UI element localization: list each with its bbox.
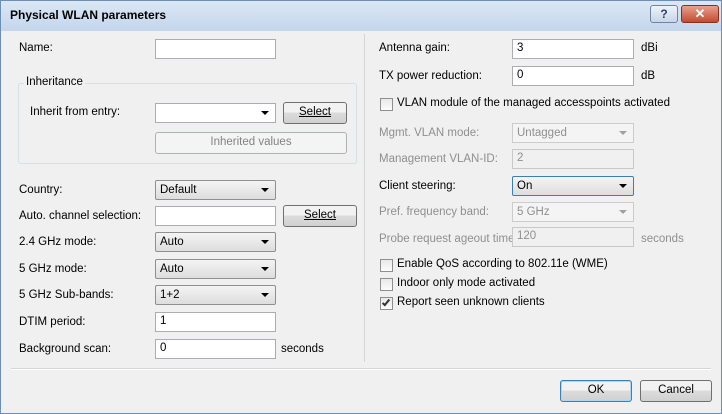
chevron-down-icon	[619, 184, 627, 188]
inherit-from-combo[interactable]	[155, 103, 276, 123]
chevron-down-icon	[619, 210, 627, 214]
checkmark-icon	[381, 297, 391, 307]
close-icon: ✕	[694, 6, 706, 21]
report-label: Report seen unknown clients	[397, 296, 545, 308]
mgmt-vlan-mode-value: Untagged	[517, 127, 567, 139]
inherited-values-label: Inherited values	[210, 136, 292, 148]
cancel-button[interactable]: Cancel	[640, 380, 712, 402]
client-steering-value: On	[517, 180, 533, 192]
country-combo[interactable]: Default	[155, 180, 276, 200]
inherit-select-label: Select	[299, 106, 331, 118]
mgmt-vlan-mode-label: Mgmt. VLAN mode:	[379, 127, 480, 139]
bgscan-label: Background scan:	[19, 343, 112, 355]
chevron-down-icon	[261, 267, 269, 271]
chevron-down-icon	[261, 188, 269, 192]
auto-channel-input[interactable]	[155, 206, 276, 226]
inherit-from-label: Inherit from entry:	[30, 106, 121, 118]
report-checkbox[interactable]	[380, 297, 393, 310]
vlan-module-checkbox[interactable]	[380, 98, 393, 111]
inheritance-group: Inheritance Inherit from entry: Select I…	[18, 76, 357, 164]
vlan-module-label: VLAN module of the managed accesspoints …	[397, 97, 670, 109]
column-separator	[364, 34, 365, 362]
auto-channel-label: Auto. channel selection:	[19, 210, 142, 222]
tx-power-label: TX power reduction:	[379, 70, 482, 82]
subbands-label: 5 GHz Sub-bands:	[19, 289, 114, 301]
chevron-down-icon	[619, 131, 627, 135]
antenna-gain-unit: dBi	[641, 42, 658, 54]
tx-power-input[interactable]: 0	[512, 66, 634, 86]
mode5-label: 5 GHz mode:	[19, 263, 87, 275]
close-button[interactable]: ✕	[681, 5, 719, 23]
mode24-combo[interactable]: Auto	[155, 232, 276, 252]
help-button[interactable]: ?	[650, 5, 678, 23]
inheritance-group-title: Inheritance	[24, 76, 85, 88]
qos-label: Enable QoS according to 802.11e (WME)	[397, 258, 608, 270]
country-label: Country:	[19, 184, 63, 196]
mgmt-vlan-id-input[interactable]: 2	[512, 149, 634, 169]
subbands-value: 1+2	[160, 289, 180, 301]
probe-unit: seconds	[641, 233, 684, 245]
footer-separator-highlight	[11, 369, 711, 370]
auto-channel-select-label: Select	[304, 209, 336, 221]
mode24-value: Auto	[160, 236, 184, 248]
client-steering-combo[interactable]: On	[512, 176, 634, 196]
inherit-select-button[interactable]: Select	[283, 102, 347, 124]
bgscan-input[interactable]: 0	[155, 339, 276, 359]
mgmt-vlan-id-label: Management VLAN-ID:	[379, 153, 498, 165]
mode5-value: Auto	[160, 263, 184, 275]
bgscan-unit: seconds	[281, 343, 324, 355]
name-label: Name:	[19, 42, 53, 54]
tx-power-unit: dB	[641, 70, 656, 82]
client-steering-label: Client steering:	[379, 180, 456, 192]
mode5-combo[interactable]: Auto	[155, 259, 276, 279]
auto-channel-select-button[interactable]: Select	[283, 205, 357, 227]
qos-checkbox[interactable]	[380, 259, 393, 272]
name-input[interactable]	[155, 39, 276, 59]
pref-band-value: 5 GHz	[517, 206, 550, 218]
ok-label: OK	[587, 384, 605, 396]
indoor-label: Indoor only mode activated	[397, 277, 536, 289]
country-value: Default	[160, 184, 197, 196]
subbands-combo[interactable]: 1+2	[155, 285, 276, 305]
dtim-input[interactable]: 1	[155, 312, 276, 332]
cancel-label: Cancel	[658, 384, 694, 396]
mode24-label: 2.4 GHz mode:	[19, 236, 97, 248]
chevron-down-icon	[261, 111, 269, 115]
pref-band-combo[interactable]: 5 GHz	[512, 202, 634, 222]
inherited-values-button[interactable]: Inherited values	[155, 132, 347, 154]
chevron-down-icon	[261, 293, 269, 297]
chevron-down-icon	[261, 240, 269, 244]
window-title: Physical WLAN parameters	[10, 8, 167, 22]
help-icon: ?	[660, 7, 668, 21]
mgmt-vlan-mode-combo[interactable]: Untagged	[512, 123, 634, 143]
ok-button[interactable]: OK	[560, 380, 632, 402]
pref-band-label: Pref. frequency band:	[379, 206, 489, 218]
dialog-window: Physical WLAN parameters ? ✕ Name: Inher…	[0, 0, 722, 414]
probe-value: 120	[517, 230, 537, 242]
indoor-checkbox[interactable]	[380, 278, 393, 291]
probe-input[interactable]: 120	[512, 227, 634, 247]
antenna-gain-input[interactable]: 3	[512, 39, 634, 59]
dtim-label: DTIM period:	[19, 316, 86, 328]
antenna-gain-label: Antenna gain:	[379, 42, 450, 54]
dialog-body: Name: Inheritance Inherit from entry: Se…	[8, 31, 714, 408]
title-bar: Physical WLAN parameters ? ✕	[1, 1, 721, 31]
probe-label: Probe request ageout time:	[379, 233, 518, 245]
mgmt-vlan-id-value: 2	[517, 152, 524, 164]
